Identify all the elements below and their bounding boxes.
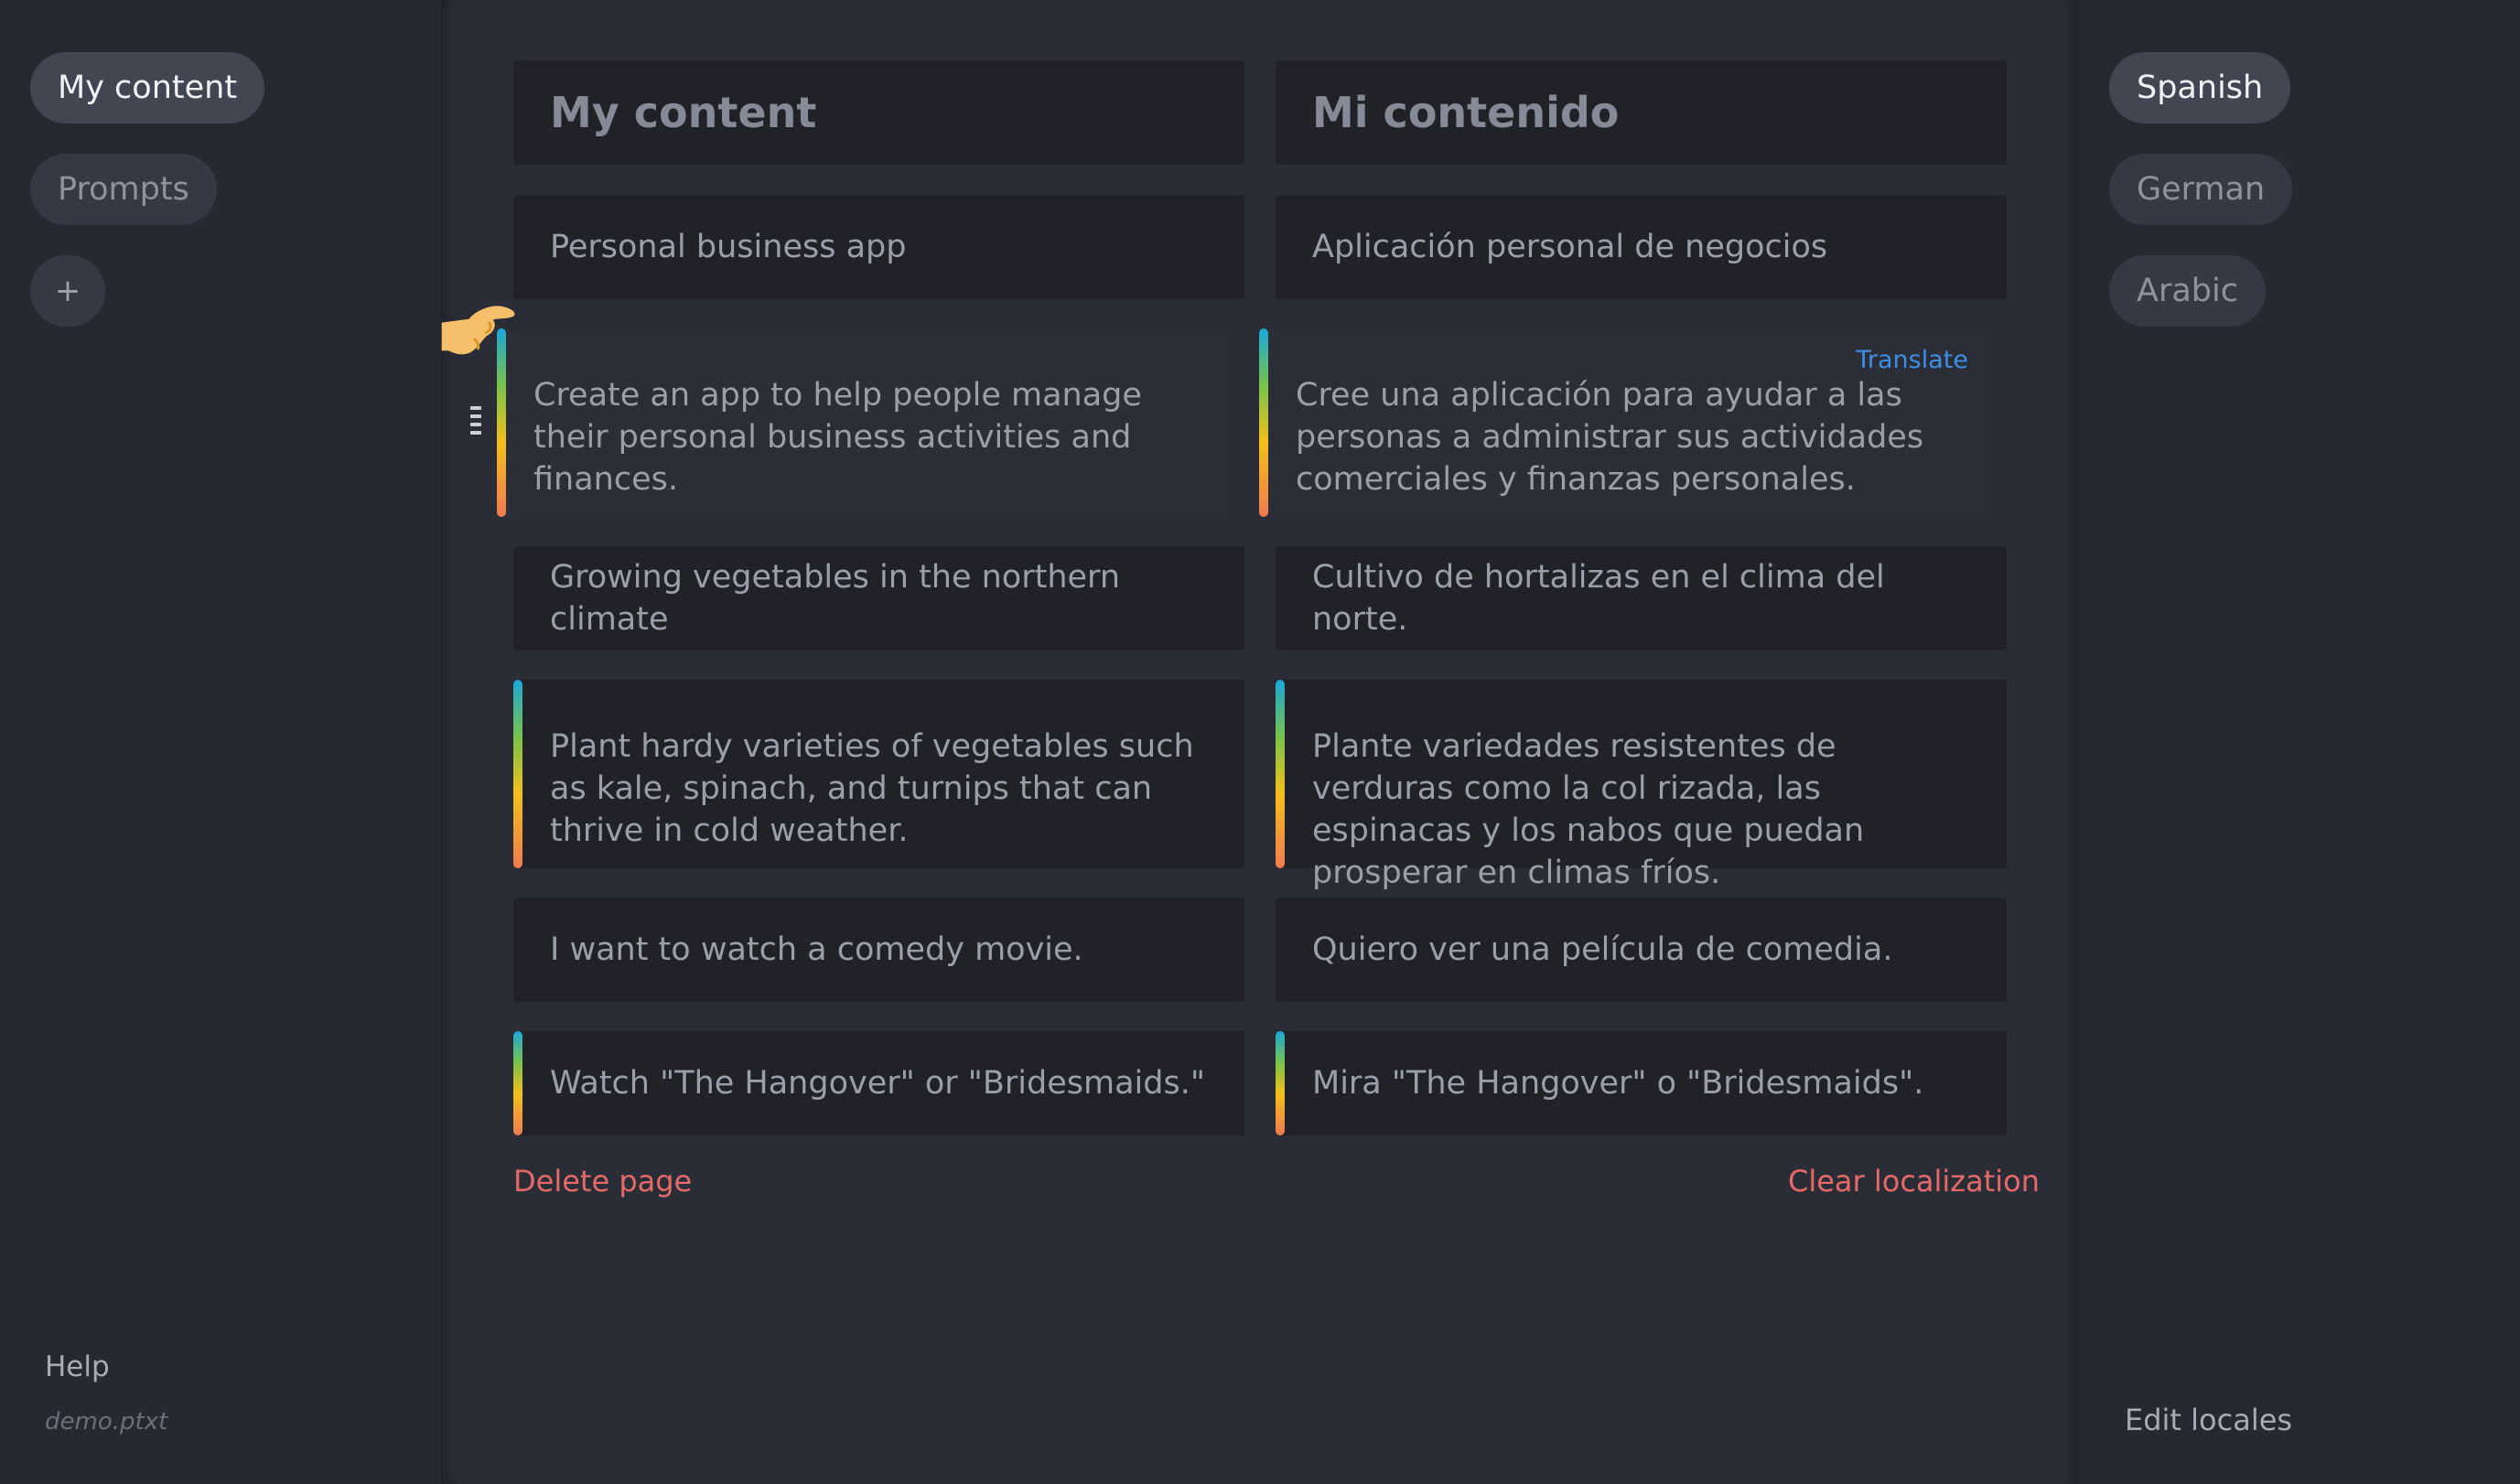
sidebar-item-label: My content [58,70,238,106]
content-editor: My content Mi contenido Personal busines… [441,0,2079,1484]
drag-handle-icon[interactable] [470,406,483,443]
sidebar-item-my-content[interactable]: My content [30,52,265,124]
sidebar-item-label: Prompts [58,171,189,208]
prompt-indicator-bar [1259,328,1268,517]
add-page-button[interactable]: + [30,255,105,327]
prompt-indicator-bar [513,1031,522,1135]
left-sidebar: My content Prompts + Help demo.ptxt [0,0,441,1484]
source-prompt-text: Create an app to help people manage thei… [533,377,1142,498]
file-name: demo.ptxt [45,1408,168,1436]
page-title-target[interactable]: Mi contenido [1276,60,2007,165]
sidebar-item-prompts[interactable]: Prompts [30,154,217,225]
source-entry-3[interactable]: Growing vegetables in the northern clima… [513,546,1244,651]
source-prompt-4[interactable]: Plant hardy varieties of vegetables such… [513,680,1244,868]
target-entry-text: Quiero ver una película de comedia. [1312,931,1893,968]
locale-item-label: German [2137,171,2266,208]
help-link[interactable]: Help [45,1350,110,1383]
app-window: My content Prompts + Help demo.ptxt My c… [0,0,2520,1484]
source-entry-5[interactable]: I want to watch a comedy movie. [513,898,1244,1002]
source-entry-text: Personal business app [550,229,907,265]
target-entry-text: Cultivo de hortalizas en el clima del no… [1312,559,1885,638]
locale-item-german[interactable]: German [2109,154,2293,225]
source-prompt-text: Plant hardy varieties of vegetables such… [550,728,1194,849]
page-title-target-text: Mi contenido [1312,88,1620,137]
source-prompt-2[interactable]: Create an app to help people manage thei… [497,328,1228,517]
source-entry-text: I want to watch a comedy movie. [550,931,1083,968]
target-entry-1[interactable]: Aplicación personal de negocios [1276,195,2007,299]
prompt-indicator-bar [1276,680,1285,868]
target-prompt-2[interactable]: Cree una aplicación para ayudar a las pe… [1259,328,1990,517]
target-entry-text: Aplicación personal de negocios [1312,229,1828,265]
locale-item-label: Arabic [2137,273,2238,309]
target-prompt-6[interactable]: Mira "The Hangover" o "Bridesmaids". [1276,1031,2007,1135]
target-entry-5[interactable]: Quiero ver una película de comedia. [1276,898,2007,1002]
target-prompt-4[interactable]: Plante variedades resistentes de verdura… [1276,680,2007,891]
page-title-source[interactable]: My content [513,60,1244,165]
target-prompt-text: Plante variedades resistentes de verdura… [1312,728,1865,891]
locale-item-spanish[interactable]: Spanish [2109,52,2291,124]
prompt-indicator-bar [1276,1031,1285,1135]
source-prompt-text: Watch "The Hangover" or "Bridesmaids." [550,1065,1205,1102]
source-prompt-6[interactable]: Watch "The Hangover" or "Bridesmaids." [513,1031,1244,1135]
locale-item-label: Spanish [2137,70,2264,106]
locale-sidebar: Spanish German Arabic Edit locales [2079,0,2520,1484]
plus-icon: + [54,273,81,309]
grab-hand-icon [441,304,516,356]
locale-item-arabic[interactable]: Arabic [2109,255,2266,327]
source-entry-1[interactable]: Personal business app [513,195,1244,299]
source-entry-text: Growing vegetables in the northern clima… [550,559,1121,638]
page-title-source-text: My content [550,88,817,137]
translate-button[interactable]: Translate [1856,339,1968,382]
target-entry-3[interactable]: Cultivo de hortalizas en el clima del no… [1276,546,2007,651]
edit-locales-link[interactable]: Edit locales [2125,1403,2292,1437]
target-prompt-text: Mira "The Hangover" o "Bridesmaids". [1312,1065,1924,1102]
prompt-indicator-bar [513,680,522,868]
target-prompt-text: Cree una aplicación para ayudar a las pe… [1296,377,1924,498]
clear-localization-button[interactable]: Clear localization [1788,1164,2040,1199]
delete-page-button[interactable]: Delete page [513,1164,692,1199]
